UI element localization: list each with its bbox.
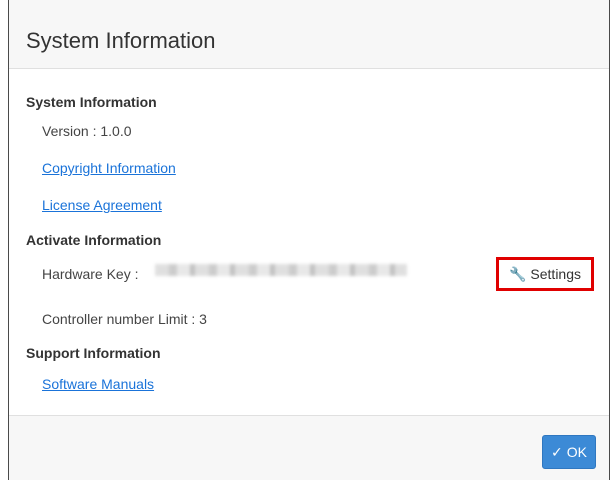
controller-limit-text: Controller number Limit : 3 [42,311,207,327]
ok-button[interactable]: ✓ OK [542,435,596,469]
wrench-icon: 🔧 [508,266,527,282]
ok-button-label: OK [566,444,587,460]
settings-button[interactable]: 🔧 Settings [496,257,594,291]
activate-information-heading: Activate Information [26,232,162,248]
software-manuals-link[interactable]: Software Manuals [42,375,154,393]
hardware-key-value-redacted [155,264,407,276]
support-information-heading: Support Information [26,345,161,361]
copyright-information-link[interactable]: Copyright Information [42,159,176,177]
settings-button-label: Settings [530,266,582,282]
system-information-dialog: System Information System Information Ve… [8,0,610,480]
version-text: Version : 1.0.0 [42,123,132,139]
license-agreement-link[interactable]: License Agreement [42,196,162,214]
dialog-header: System Information [9,0,609,69]
dialog-title: System Information [26,28,216,53]
dialog-footer: ✓ OK [9,415,609,480]
check-icon: ✓ [551,443,563,460]
system-information-heading: System Information [26,94,157,110]
hardware-key-label: Hardware Key : [42,266,139,282]
dialog-body: System Information Version : 1.0.0 Copyr… [9,69,609,415]
